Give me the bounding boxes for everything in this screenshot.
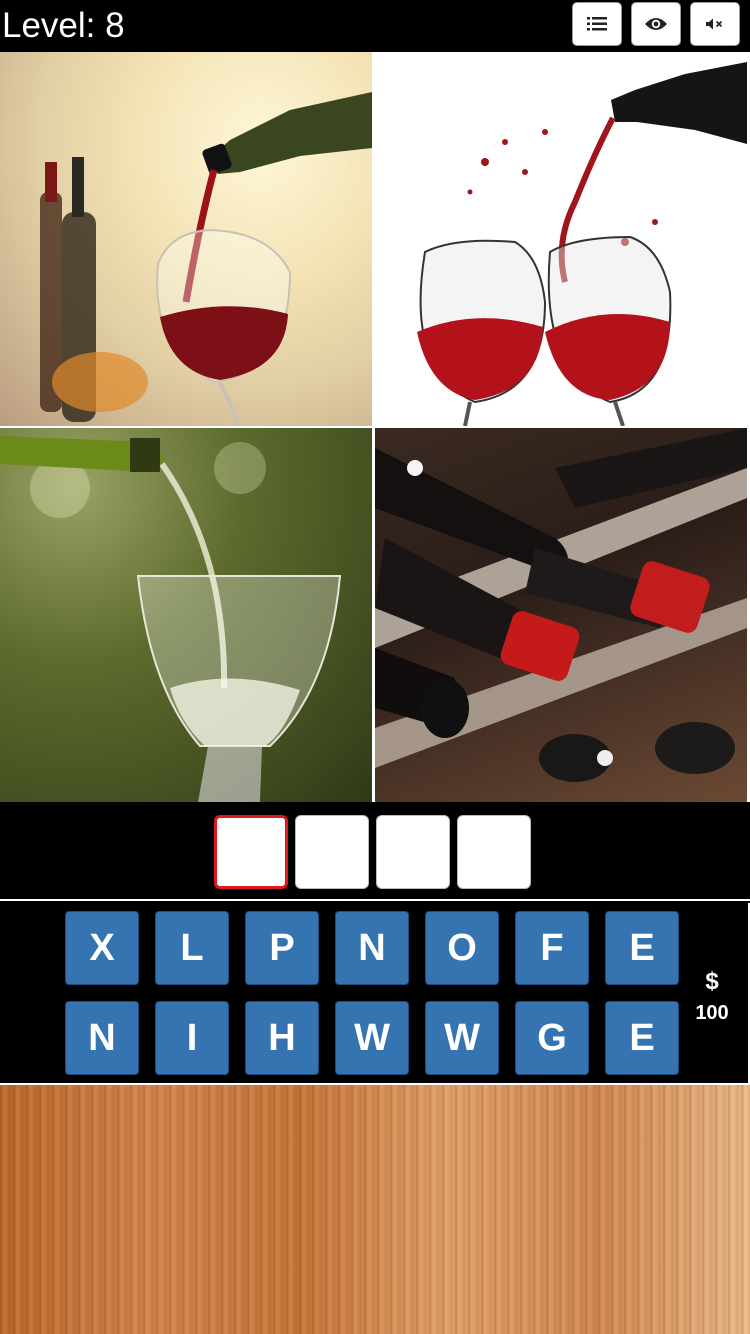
letter-keyboard: X L P N O F E N I H W W G E bbox=[0, 903, 750, 1085]
coin-amount: 100 bbox=[695, 1002, 729, 1024]
red-wine-pour-icon bbox=[40, 92, 372, 426]
mute-icon bbox=[706, 18, 723, 30]
letter-key[interactable]: E bbox=[605, 1001, 679, 1075]
answer-slot[interactable] bbox=[376, 815, 450, 889]
answer-slot[interactable] bbox=[214, 815, 288, 889]
letter-key[interactable]: G bbox=[515, 1001, 589, 1075]
levels-list-button[interactable] bbox=[572, 2, 622, 46]
wine-bottle-rack-icon bbox=[375, 428, 747, 782]
letter-key[interactable]: P bbox=[245, 911, 319, 985]
answer-slot[interactable] bbox=[457, 815, 531, 889]
letter-key[interactable]: E bbox=[605, 911, 679, 985]
reveal-hint-button[interactable] bbox=[631, 2, 681, 46]
letter-key[interactable]: X bbox=[65, 911, 139, 985]
letter-key[interactable]: H bbox=[245, 1001, 319, 1075]
wine-glasses-toast-icon bbox=[417, 62, 747, 426]
level-label: Level: 8 bbox=[2, 6, 125, 45]
picture-wine-rack[interactable] bbox=[375, 428, 747, 802]
picture-red-wine-pour[interactable] bbox=[0, 52, 372, 426]
letter-key[interactable]: I bbox=[155, 1001, 229, 1075]
picture-white-wine-pour[interactable] bbox=[0, 428, 372, 802]
picture-wine-toast[interactable] bbox=[375, 52, 747, 426]
letter-key[interactable]: F bbox=[515, 911, 589, 985]
coin-balance: $ 100 bbox=[688, 968, 736, 1026]
answer-slot[interactable] bbox=[295, 815, 369, 889]
top-bar: Level: 8 bbox=[0, 0, 750, 52]
letter-key[interactable]: N bbox=[335, 911, 409, 985]
sound-toggle-button[interactable] bbox=[690, 2, 740, 46]
currency-symbol: $ bbox=[705, 968, 719, 995]
white-wine-pour-icon bbox=[0, 436, 342, 802]
eye-icon bbox=[645, 18, 667, 30]
answer-bar bbox=[0, 803, 750, 901]
letter-key[interactable]: W bbox=[335, 1001, 409, 1075]
letter-key[interactable]: O bbox=[425, 911, 499, 985]
letter-key[interactable]: L bbox=[155, 911, 229, 985]
picture-grid bbox=[0, 52, 750, 802]
list-icon bbox=[587, 17, 607, 31]
letter-key[interactable]: W bbox=[425, 1001, 499, 1075]
letter-key[interactable]: N bbox=[65, 1001, 139, 1075]
wood-background bbox=[0, 1085, 750, 1334]
